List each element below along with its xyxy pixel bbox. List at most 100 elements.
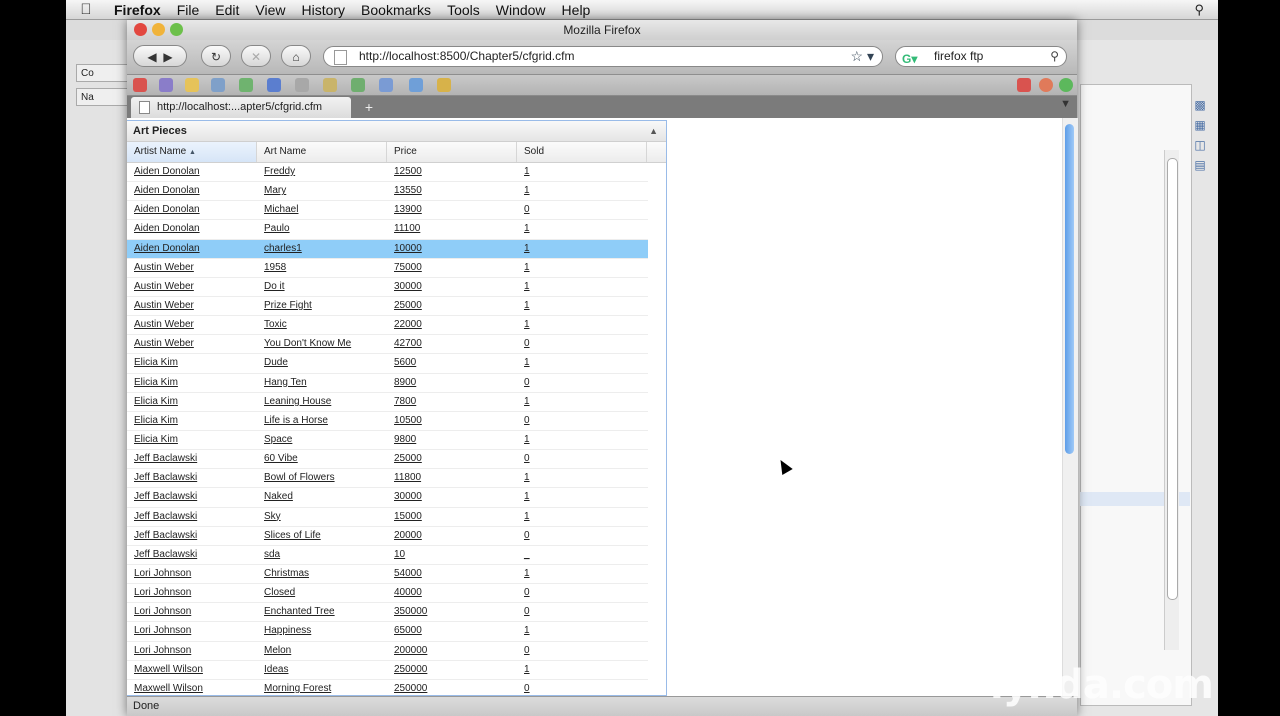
cell-art[interactable]: Naked — [257, 488, 387, 506]
view-icon[interactable]: ▩ — [1190, 98, 1210, 118]
table-row[interactable]: Elicia Kim Space 9800 1 — [127, 431, 648, 451]
table-row[interactable]: Jeff Baclawski 60 Vibe 25000 0 — [127, 450, 648, 470]
cell-sold[interactable]: 0 — [517, 680, 647, 695]
table-row[interactable]: Austin Weber You Don't Know Me 42700 0 — [127, 335, 648, 355]
cell-sold[interactable]: _ — [517, 546, 647, 564]
addon-icon[interactable] — [185, 78, 199, 92]
cell-artist[interactable]: Austin Weber — [127, 335, 257, 353]
cell-artist[interactable]: Lori Johnson — [127, 584, 257, 602]
cell-price[interactable]: 7800 — [387, 393, 517, 411]
menu-edit[interactable]: Edit — [207, 2, 247, 18]
cell-price[interactable]: 75000 — [387, 259, 517, 277]
cell-art[interactable]: Dude — [257, 354, 387, 372]
cell-price[interactable]: 65000 — [387, 622, 517, 640]
home-icon[interactable]: ⌂ — [281, 45, 311, 67]
cell-art[interactable]: Melon — [257, 642, 387, 660]
menu-file[interactable]: File — [169, 2, 208, 18]
cell-artist[interactable]: Elicia Kim — [127, 431, 257, 449]
cell-sold[interactable]: 1 — [517, 259, 647, 277]
cell-sold[interactable]: 0 — [517, 374, 647, 392]
menu-view[interactable]: View — [247, 2, 293, 18]
menu-tools[interactable]: Tools — [439, 2, 488, 18]
cell-art[interactable]: Paulo — [257, 220, 387, 238]
cell-artist[interactable]: Aiden Donolan — [127, 182, 257, 200]
cell-price[interactable]: 30000 — [387, 278, 517, 296]
table-row[interactable]: Elicia Kim Leaning House 7800 1 — [127, 393, 648, 412]
view-icon[interactable]: ▤ — [1190, 158, 1210, 178]
ok-status-icon[interactable] — [1059, 78, 1073, 92]
column-header-art-name[interactable]: Art Name — [257, 142, 387, 162]
cell-artist[interactable]: Elicia Kim — [127, 412, 257, 430]
cell-art[interactable]: sda — [257, 546, 387, 564]
menu-app[interactable]: Firefox — [106, 2, 169, 18]
cell-sold[interactable]: 0 — [517, 584, 647, 602]
cell-art[interactable]: Life is a Horse — [257, 412, 387, 430]
cell-sold[interactable]: 1 — [517, 278, 647, 296]
cell-price[interactable]: 5600 — [387, 354, 517, 372]
table-row[interactable]: Austin Weber Prize Fight 25000 1 — [127, 297, 648, 317]
search-text[interactable]: firefox ftp — [934, 49, 983, 63]
cell-sold[interactable]: 0 — [517, 450, 647, 468]
cell-artist[interactable]: Lori Johnson — [127, 622, 257, 640]
cell-sold[interactable]: 0 — [517, 642, 647, 660]
table-row[interactable]: Maxwell Wilson Ideas 250000 1 — [127, 661, 648, 680]
error-status-icon[interactable] — [1017, 78, 1031, 92]
menu-history[interactable]: History — [293, 2, 353, 18]
cell-price[interactable]: 10500 — [387, 412, 517, 430]
search-icon[interactable]: ⚲ — [1050, 47, 1059, 66]
cell-art[interactable]: Ideas — [257, 661, 387, 679]
menu-window[interactable]: Window — [488, 2, 554, 18]
tab-list-icon[interactable]: ▼ — [1060, 98, 1071, 110]
cell-price[interactable]: 25000 — [387, 297, 517, 315]
cell-artist[interactable]: Maxwell Wilson — [127, 661, 257, 679]
cell-artist[interactable]: Jeff Baclawski — [127, 488, 257, 506]
cell-price[interactable]: 13900 — [387, 201, 517, 219]
cell-sold[interactable]: 1 — [517, 622, 647, 640]
cell-price[interactable]: 15000 — [387, 508, 517, 526]
zoom-window-icon[interactable] — [170, 23, 183, 36]
table-row[interactable]: Jeff Baclawski Slices of Life 20000 0 — [127, 527, 648, 546]
cell-art[interactable]: charles1 — [257, 240, 387, 258]
cell-art[interactable]: Bowl of Flowers — [257, 469, 387, 487]
table-row[interactable]: Maxwell Wilson Morning Forest 250000 0 — [127, 680, 648, 695]
cell-price[interactable]: 13550 — [387, 182, 517, 200]
table-row[interactable]: Jeff Baclawski sda 10 _ — [127, 546, 648, 565]
table-row[interactable]: Elicia Kim Hang Ten 8900 0 — [127, 374, 648, 393]
cell-artist[interactable]: Aiden Donolan — [127, 220, 257, 238]
cell-sold[interactable]: 1 — [517, 431, 647, 449]
cell-art[interactable]: Michael — [257, 201, 387, 219]
column-header-artist-name[interactable]: Artist Name ▲ — [127, 142, 257, 162]
table-row[interactable]: Lori Johnson Christmas 54000 1 — [127, 565, 648, 585]
cell-artist[interactable]: Aiden Donolan — [127, 240, 257, 258]
cell-price[interactable]: 11100 — [387, 220, 517, 238]
cell-art[interactable]: Toxic — [257, 316, 387, 334]
table-row[interactable]: Lori Johnson Closed 40000 0 — [127, 584, 648, 604]
cell-art[interactable]: 1958 — [257, 259, 387, 277]
cell-price[interactable]: 22000 — [387, 316, 517, 334]
addon-icon[interactable] — [159, 78, 173, 92]
url-bar[interactable]: http://localhost:8500/Chapter5/cfgrid.cf… — [323, 46, 883, 67]
apple-icon[interactable]:  — [66, 1, 106, 18]
cell-art[interactable]: Happiness — [257, 622, 387, 640]
cell-artist[interactable]: Jeff Baclawski — [127, 450, 257, 468]
addon-icon[interactable] — [133, 78, 147, 92]
cell-price[interactable]: 40000 — [387, 584, 517, 602]
cell-art[interactable]: You Don't Know Me — [257, 335, 387, 353]
cell-sold[interactable]: 1 — [517, 661, 647, 679]
cell-art[interactable]: Do it — [257, 278, 387, 296]
cell-price[interactable]: 250000 — [387, 680, 517, 695]
cell-sold[interactable]: 1 — [517, 354, 647, 372]
cell-price[interactable]: 12500 — [387, 163, 517, 181]
back-forward-button[interactable]: ◀ ▶ — [133, 45, 187, 67]
cell-art[interactable]: Sky — [257, 508, 387, 526]
forward-icon[interactable]: ▶ — [163, 50, 172, 64]
table-row[interactable]: Aiden Donolan Paulo 11100 1 — [127, 220, 648, 240]
cell-sold[interactable]: 1 — [517, 182, 647, 200]
cell-art[interactable]: Christmas — [257, 565, 387, 583]
cell-sold[interactable]: 1 — [517, 488, 647, 506]
cell-art[interactable]: Leaning House — [257, 393, 387, 411]
cell-price[interactable]: 200000 — [387, 642, 517, 660]
cell-price[interactable]: 8900 — [387, 374, 517, 392]
cell-sold[interactable]: 1 — [517, 393, 647, 411]
warning-status-icon[interactable] — [1039, 78, 1053, 92]
